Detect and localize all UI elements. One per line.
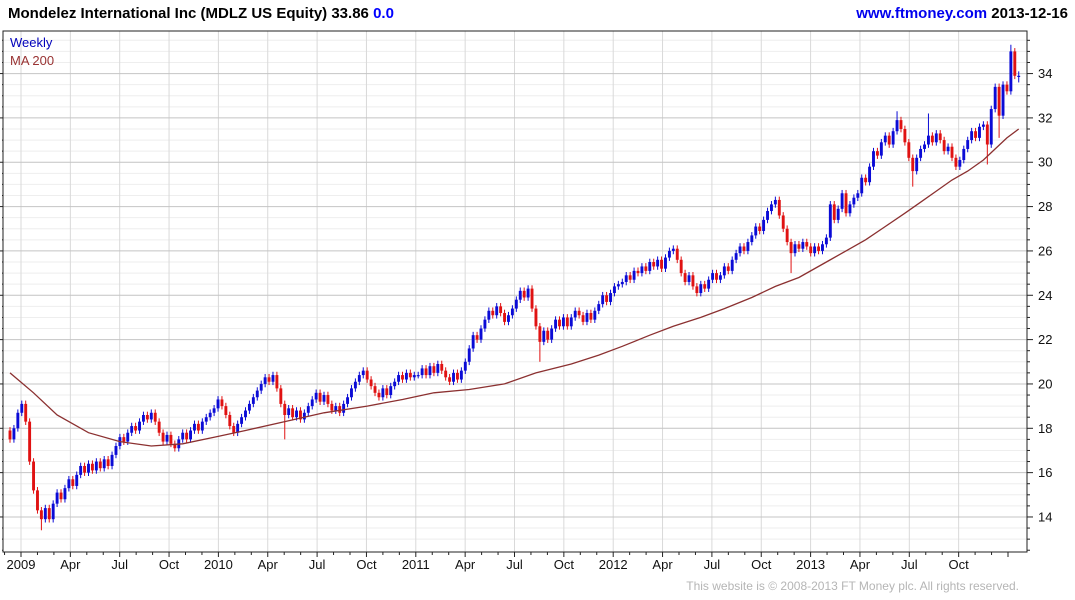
chart-header: Mondelez International Inc (MDLZ US Equi… [0, 3, 1075, 27]
vertical-gridlines [21, 31, 959, 552]
legend-weekly-label: Weekly [10, 34, 54, 52]
instrument-name: Mondelez International Inc (MDLZ US Equi… [8, 5, 327, 22]
svg-text:Oct: Oct [554, 557, 575, 572]
last-price: 33.86 [331, 5, 369, 22]
svg-text:Apr: Apr [258, 557, 279, 572]
svg-text:14: 14 [1038, 509, 1052, 524]
svg-text:30: 30 [1038, 155, 1052, 170]
svg-text:Jul: Jul [901, 557, 918, 572]
svg-text:2009: 2009 [7, 557, 36, 572]
svg-text:Jul: Jul [506, 557, 523, 572]
svg-text:Apr: Apr [850, 557, 871, 572]
y-axis-labels: 14 16 18 20 22 24 26 28 30 32 34 [1038, 66, 1052, 524]
header-right: www.ftmoney.com 2013-12-16 [856, 5, 1068, 22]
svg-text:Apr: Apr [60, 557, 81, 572]
svg-text:20: 20 [1038, 376, 1052, 391]
svg-text:Oct: Oct [751, 557, 772, 572]
svg-text:Jul: Jul [111, 557, 128, 572]
price-chart-canvas: 14 16 18 20 22 24 26 28 30 32 34 2009 Apr Jul Oct 2010 A… [0, 0, 1075, 600]
svg-text:32: 32 [1038, 110, 1052, 125]
svg-text:Apr: Apr [455, 557, 476, 572]
svg-text:2013: 2013 [796, 557, 825, 572]
svg-text:18: 18 [1038, 421, 1052, 436]
svg-text:22: 22 [1038, 332, 1052, 347]
chart-title: Mondelez International Inc (MDLZ US Equi… [8, 5, 394, 22]
svg-text:Oct: Oct [356, 557, 377, 572]
svg-text:16: 16 [1038, 465, 1052, 480]
price-change: 0.0 [373, 5, 394, 22]
svg-text:Apr: Apr [652, 557, 673, 572]
legend-ma200-label: MA 200 [10, 52, 54, 70]
svg-text:2011: 2011 [402, 557, 430, 572]
svg-text:28: 28 [1038, 199, 1052, 214]
svg-text:Jul: Jul [704, 557, 721, 572]
copyright-text: This website is © 2008-2013 FT Money plc… [686, 579, 1019, 593]
svg-text:Oct: Oct [159, 557, 180, 572]
svg-text:Jul: Jul [309, 557, 326, 572]
svg-text:2012: 2012 [599, 557, 628, 572]
ftmoney-link[interactable]: www.ftmoney.com [856, 5, 987, 22]
chart-date: 2013-12-16 [991, 5, 1068, 22]
x-axis-labels: 2009 Apr Jul Oct 2010 Apr Jul Oct 2011 Apr Jul Oct 2… [7, 557, 970, 572]
svg-text:2010: 2010 [204, 557, 233, 572]
chart-legend: Weekly MA 200 [10, 34, 54, 70]
svg-text:26: 26 [1038, 243, 1052, 258]
svg-text:Oct: Oct [949, 557, 970, 572]
svg-text:34: 34 [1038, 66, 1052, 81]
svg-text:24: 24 [1038, 288, 1052, 303]
